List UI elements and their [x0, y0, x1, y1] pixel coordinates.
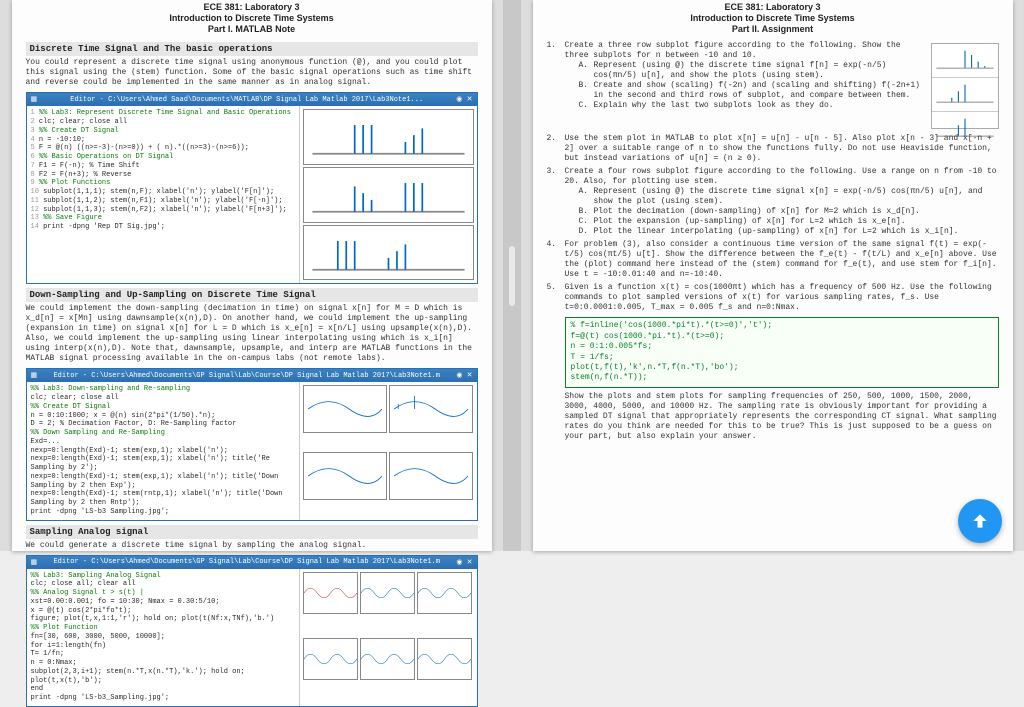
section-3-title: Sampling Analog signal [26, 525, 478, 539]
q3-b: Plot the decimation (down-sampling) of x… [594, 207, 920, 217]
code-window-3: ▦ Editor - C:\Users\Ahmed\Documents\GP S… [26, 555, 478, 707]
lab-title: Introduction to Discrete Time Systems [26, 13, 478, 24]
section-2-para: We could implement the down-sampling (de… [26, 304, 478, 364]
q1-c: Explain why the last two subplots look a… [594, 101, 834, 111]
plot-sa-5 [360, 638, 415, 680]
section-3-body: We could generate a discrete time signal… [26, 541, 478, 551]
code-1-body: 1 %% Lab3: Represent Discrete Time Signa… [27, 106, 477, 283]
plot-ds-2 [389, 385, 473, 433]
q5-lead: Given is a function x(t) = cos(1000πt) w… [565, 283, 992, 312]
q4-text: For problem (3), also consider a continu… [565, 240, 999, 280]
code-2-titlebar: ▦ Editor - C:\Users\Ahmed\Documents\GP S… [27, 369, 477, 382]
q1-plot-2 [932, 78, 998, 112]
q3-a: Represent (using @) the discrete time si… [594, 187, 999, 207]
close-icon[interactable]: ◉ ✕ [456, 95, 472, 104]
code-3-body: %% Lab3: Sampling Analog Signal clc; clo… [27, 569, 477, 706]
q5-code: % f=inline('cos(1000.*pi*t).*(t>=0)','t'… [565, 317, 999, 387]
code-1-title-text: Editor - C:\Users\Ahmed Saad\Documents\M… [70, 96, 423, 104]
q1-lead: Create a three row subplot figure accord… [565, 41, 901, 60]
viewport: ECE 381: Laboratory 3 Introduction to Di… [0, 0, 1024, 551]
plot-sa-1 [303, 572, 358, 614]
code-3-title-text: Editor - C:\Users\Ahmed\Documents\GP Sig… [53, 558, 439, 566]
q2-text: Use the stem plot in MATLAB to plot x[n]… [565, 134, 999, 164]
q1-b: Create and show (scaling) f(-2n) and (sc… [594, 81, 927, 101]
close-icon[interactable]: ◉ ✕ [456, 558, 472, 567]
q1: 1. Create a three row subplot figure acc… [547, 41, 999, 131]
q3-d: Plot the linear interpolating (up-sampli… [594, 227, 959, 237]
q3-lead: Create a four rows subplot figure accord… [565, 167, 997, 186]
code-3-plots [299, 569, 477, 706]
course-code-r: ECE 381: Laboratory 3 [547, 2, 999, 13]
code-2-body: %% Lab3: Down-sampling and Re-sampling c… [27, 382, 477, 519]
code-1-titlebar: ▦ Editor - C:\Users\Ahmed Saad\Documents… [27, 93, 477, 106]
part-1-label: Part I. MATLAB Note [26, 24, 478, 35]
q2: 2. Use the stem plot in MATLAB to plot x… [547, 134, 999, 164]
plot-sa-3 [417, 572, 472, 614]
q3-c: Plot the expansion (up-sampling) of x[n]… [594, 217, 906, 227]
fab-button[interactable] [958, 499, 1002, 543]
code-3-titlebar: ▦ Editor - C:\Users\Ahmed\Documents\GP S… [27, 556, 477, 569]
plot-ds-4 [389, 452, 473, 500]
section-1-body: You could represent a discrete time sign… [26, 58, 478, 88]
left-page-wrap: ECE 381: Laboratory 3 Introduction to Di… [0, 0, 503, 551]
right-page: ECE 381: Laboratory 3 Introduction to Di… [533, 0, 1013, 551]
q5-trail: Show the plots and stem plots for sampli… [565, 392, 997, 441]
q1-plot-1 [932, 44, 998, 78]
section-1-title: Discrete Time Signal and The basic opera… [26, 42, 478, 56]
section-3-para: We could generate a discrete time signal… [26, 541, 478, 551]
course-code: ECE 381: Laboratory 3 [26, 2, 478, 13]
code-1-plots [299, 106, 477, 283]
editor-icon: ▦ [31, 95, 38, 104]
plot-f-n-3 [303, 225, 474, 281]
section-1-para: You could represent a discrete time sign… [26, 58, 478, 88]
q1-a: Represent (using @) the discrete time si… [594, 61, 927, 81]
close-icon[interactable]: ◉ ✕ [456, 371, 472, 380]
page-divider[interactable] [503, 0, 521, 551]
header-right: ECE 381: Laboratory 3 Introduction to Di… [547, 0, 999, 38]
code-3-text: %% Lab3: Sampling Analog Signal clc; clo… [27, 569, 299, 706]
plot-sa-6 [417, 638, 472, 680]
assignment-list: 1. Create a three row subplot figure acc… [547, 41, 999, 441]
plot-ds-3 [303, 452, 387, 500]
q4: 4. For problem (3), also consider a cont… [547, 240, 999, 280]
right-page-wrap: ECE 381: Laboratory 3 Introduction to Di… [521, 0, 1024, 551]
divider-handle[interactable] [509, 246, 515, 306]
plot-fn [303, 109, 474, 165]
part-2-label: Part II. Assignment [547, 24, 999, 35]
code-2-plots [299, 382, 477, 519]
plot-ds-1 [303, 385, 387, 433]
plot-sa-4 [303, 638, 358, 680]
code-1-text: 1 %% Lab3: Represent Discrete Time Signa… [27, 106, 299, 283]
left-page: ECE 381: Laboratory 3 Introduction to Di… [12, 0, 492, 551]
q3: 3. Create a four rows subplot figure acc… [547, 167, 999, 237]
code-window-1: ▦ Editor - C:\Users\Ahmed Saad\Documents… [26, 92, 478, 284]
editor-icon: ▦ [31, 371, 38, 380]
code-2-title-text: Editor - C:\Users\Ahmed\Documents\GP Sig… [53, 372, 439, 380]
code-window-2: ▦ Editor - C:\Users\Ahmed\Documents\GP S… [26, 368, 478, 520]
section-2-body: We could implement the down-sampling (de… [26, 304, 478, 364]
plot-sa-2 [360, 572, 415, 614]
lab-title-r: Introduction to Discrete Time Systems [547, 13, 999, 24]
q1-plot-box [931, 43, 999, 129]
header-left: ECE 381: Laboratory 3 Introduction to Di… [26, 0, 478, 38]
section-2-title: Down-Sampling and Up-Sampling on Discret… [26, 288, 478, 302]
editor-icon: ▦ [31, 558, 38, 567]
arrow-up-icon [970, 511, 990, 531]
q5: 5. Given is a function x(t) = cos(1000πt… [547, 283, 999, 441]
code-2-text: %% Lab3: Down-sampling and Re-sampling c… [27, 382, 299, 519]
plot-f-neg-n [303, 167, 474, 223]
